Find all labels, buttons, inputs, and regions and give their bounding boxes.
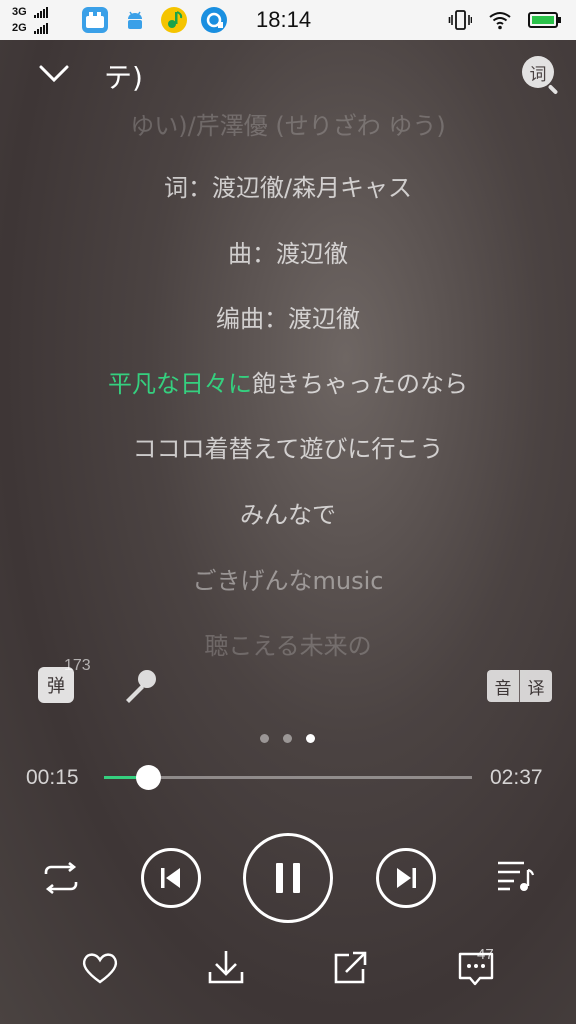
current-time: 00:15 bbox=[26, 766, 79, 789]
lyric-line: ゆい)/芹澤優 (せりざわ ゆう) bbox=[130, 112, 446, 140]
lyric-line: 编曲：渡辺徹 bbox=[216, 305, 360, 333]
status-clock: 18:14 bbox=[256, 7, 312, 32]
status-right-icons bbox=[448, 8, 562, 32]
lyrics-view[interactable]: ゆい)/芹澤優 (せりざわ ゆう) 词：渡辺徹/森月キャス 曲：渡辺徹 编曲：渡… bbox=[0, 100, 576, 660]
total-time: 02:37 bbox=[490, 766, 543, 789]
lyric-line: 曲：渡辺徹 bbox=[228, 240, 348, 268]
page-indicator bbox=[260, 734, 315, 743]
vibrate-icon bbox=[448, 10, 472, 30]
wifi-icon bbox=[489, 12, 511, 30]
translation-toggle[interactable]: 译 bbox=[520, 670, 552, 702]
song-title: テ) bbox=[104, 61, 143, 94]
page-dot-active[interactable] bbox=[306, 734, 315, 743]
qq-music-icon bbox=[161, 7, 187, 33]
lyric-sung-part: 平凡な日々に bbox=[108, 370, 252, 398]
signal-bars-icon bbox=[33, 6, 49, 18]
pause-button[interactable] bbox=[243, 833, 333, 923]
lyric-line: みんなで bbox=[240, 501, 336, 529]
next-button[interactable] bbox=[376, 848, 436, 908]
lyric-mode-toggle: 音 译 bbox=[487, 670, 552, 702]
favorite-heart-icon[interactable] bbox=[80, 950, 120, 986]
pause-icon bbox=[276, 863, 300, 893]
page-dot[interactable] bbox=[260, 734, 269, 743]
repeat-icon[interactable] bbox=[38, 860, 84, 896]
lyric-line: ココロ着替えて遊びに行こう bbox=[132, 435, 444, 463]
lyric-search-icon: 词 bbox=[522, 56, 554, 88]
android-icon bbox=[122, 7, 148, 33]
lyric-line: 词：渡辺徹/森月キャス bbox=[163, 174, 413, 202]
lyric-line-current: 平凡な日々に飽きちゃったのなら bbox=[0, 364, 576, 399]
comment-count: 47 bbox=[477, 946, 494, 963]
vivo-app-icon bbox=[82, 7, 108, 33]
collapse-chevron-down-icon[interactable] bbox=[38, 60, 70, 88]
network-label-2: 2G bbox=[12, 22, 27, 34]
battery-icon bbox=[528, 12, 561, 28]
progress-slider[interactable] bbox=[104, 765, 472, 790]
music-player-icon bbox=[201, 7, 227, 33]
network-label-1: 3G bbox=[12, 6, 27, 18]
page-dot[interactable] bbox=[283, 734, 292, 743]
next-icon bbox=[397, 868, 416, 888]
network-indicator-2: 2G bbox=[12, 22, 49, 34]
share-icon[interactable] bbox=[332, 950, 370, 986]
status-bar: 3G 2G 18:14 bbox=[0, 0, 576, 40]
danmaku-count: 173 bbox=[64, 657, 91, 674]
lyric-line: ごきげんなmusic bbox=[192, 567, 384, 595]
signal-bars-icon bbox=[33, 22, 49, 34]
lyric-line: 聴こえる未来の bbox=[204, 632, 372, 660]
network-indicator-1: 3G bbox=[12, 6, 49, 18]
microphone-icon[interactable] bbox=[120, 666, 160, 706]
progress-thumb[interactable] bbox=[136, 765, 162, 790]
download-icon[interactable] bbox=[206, 948, 246, 986]
previous-button[interactable] bbox=[141, 848, 201, 908]
playlist-icon[interactable] bbox=[494, 858, 536, 894]
pronunciation-toggle[interactable]: 音 bbox=[487, 670, 519, 702]
lyric-unsung-part: 飽きちゃったのなら bbox=[252, 370, 468, 398]
previous-icon bbox=[161, 868, 180, 888]
lyric-search-button[interactable]: 词 bbox=[522, 56, 560, 95]
